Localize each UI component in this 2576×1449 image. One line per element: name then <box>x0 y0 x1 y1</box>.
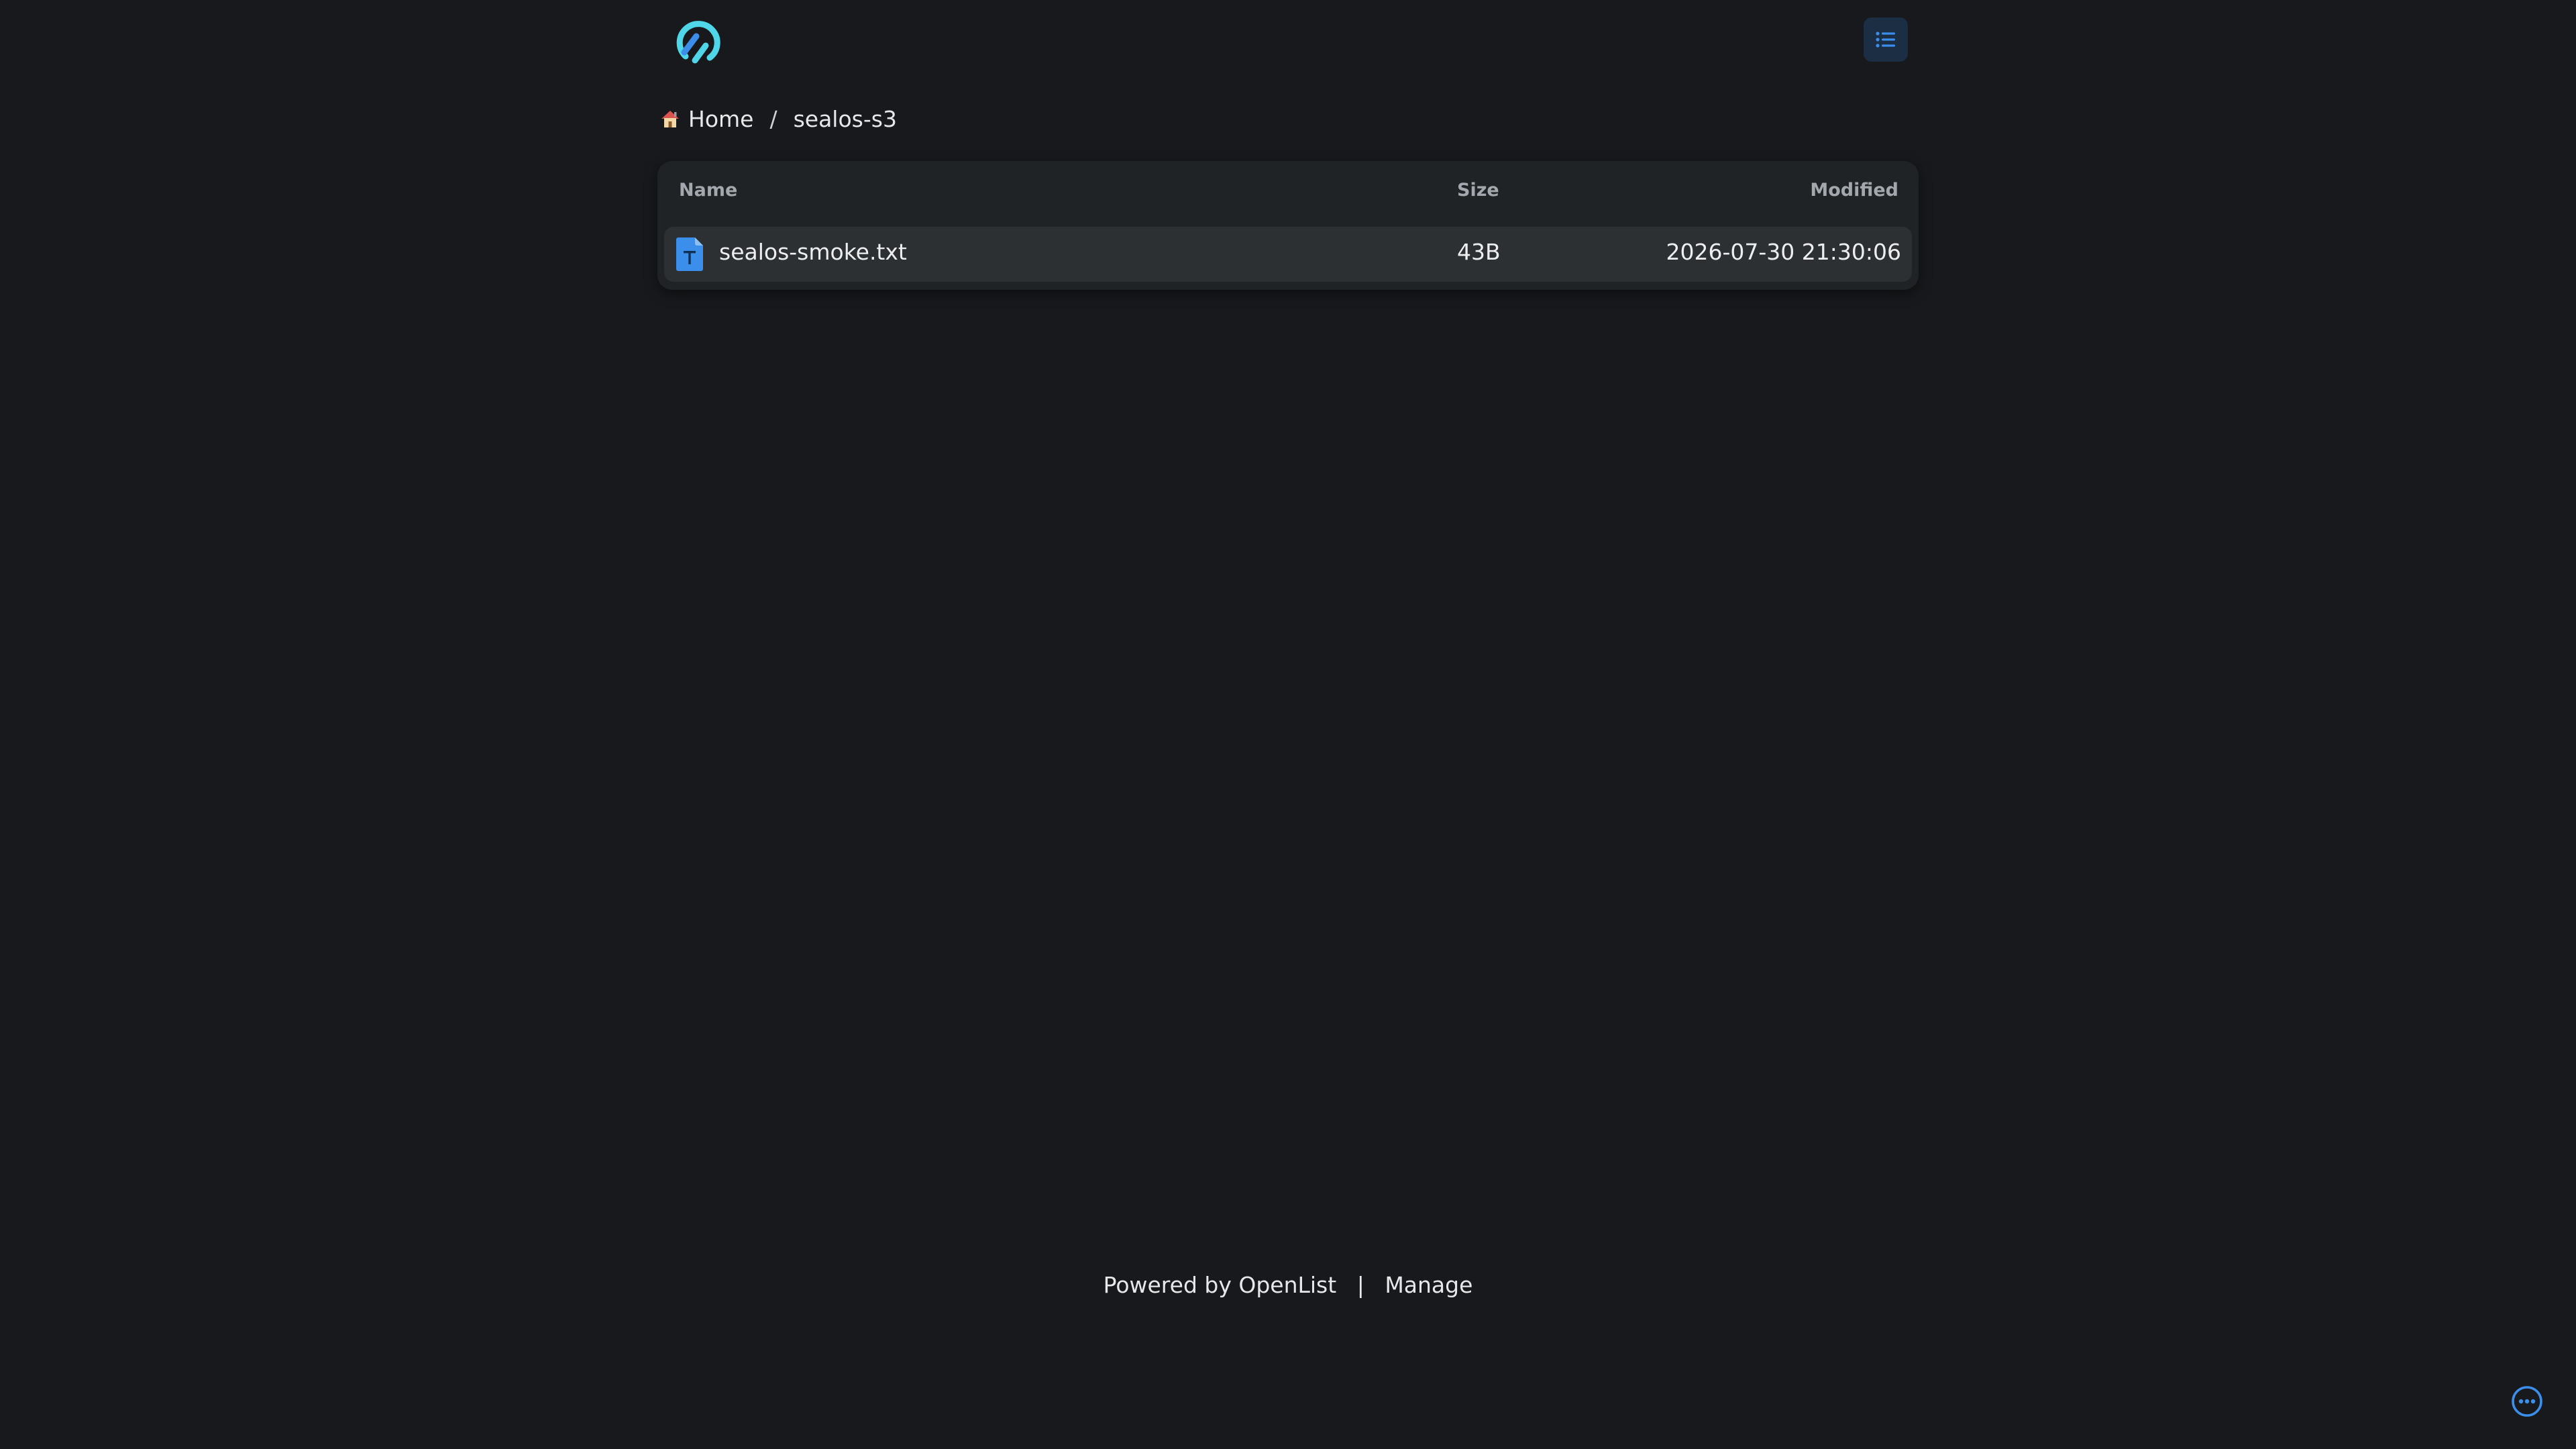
footer-separator: | <box>1356 1272 1364 1298</box>
manage-link[interactable]: Manage <box>1385 1272 1472 1298</box>
layout-toggle-button[interactable] <box>1864 17 1908 62</box>
text-file-icon <box>676 237 703 271</box>
footer: Powered by OpenList | Manage <box>0 1272 2576 1298</box>
column-header-size[interactable]: Size <box>1457 180 1499 201</box>
house-icon <box>661 111 679 127</box>
breadcrumb-current[interactable]: sealos-s3 <box>794 106 897 132</box>
breadcrumb: Home / sealos-s3 <box>659 103 897 134</box>
file-modified: 2026-07-30 21:30:06 <box>1666 239 1901 265</box>
file-row[interactable]: sealos-smoke.txt 43B 2026-07-30 21:30:06 <box>664 227 1912 282</box>
breadcrumb-separator: / <box>769 105 777 132</box>
file-size: 43B <box>1457 239 1501 265</box>
powered-by-link[interactable]: Powered by OpenList <box>1104 1272 1337 1298</box>
column-header-name[interactable]: Name <box>679 180 737 201</box>
breadcrumb-home-label: Home <box>688 105 754 132</box>
file-name[interactable]: sealos-smoke.txt <box>719 239 907 265</box>
file-list-panel: Name Size Modified sealos-smoke.txt 43B … <box>657 161 1919 290</box>
more-options-button[interactable] <box>2510 1385 2544 1418</box>
openlist-logo-icon[interactable] <box>668 13 726 71</box>
breadcrumb-home-link[interactable]: Home <box>659 106 753 132</box>
more-horizontal-icon <box>2512 1386 2542 1417</box>
list-icon <box>1876 32 1895 48</box>
page: Home / sealos-s3 Name Size Modified seal… <box>0 0 2576 1449</box>
file-list-header: Name Size Modified <box>657 180 1919 209</box>
column-header-modified[interactable]: Modified <box>1810 180 1898 201</box>
